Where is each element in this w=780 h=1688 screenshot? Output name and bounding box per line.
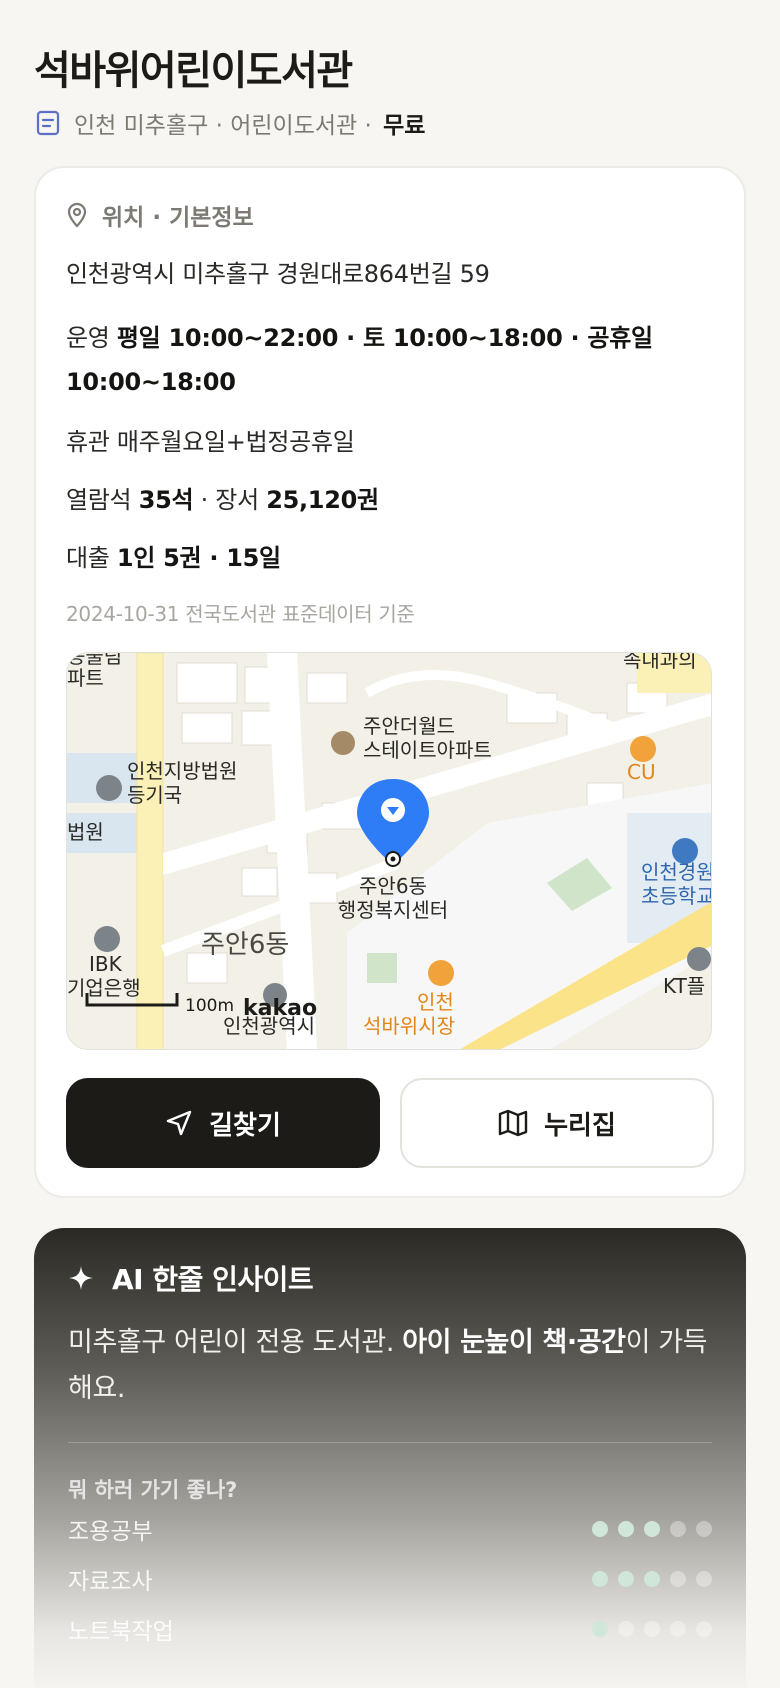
ai-insight-card: AI 한줄 인사이트 미추홀구 어린이 전용 도서관. 아이 눈높이 책·공간이… xyxy=(34,1228,746,1688)
rating-dot xyxy=(618,1621,634,1637)
activity-row: 조용공부 xyxy=(68,1512,712,1546)
rating-dot xyxy=(592,1621,608,1637)
map-brand-logo: kakao xyxy=(243,996,317,1021)
map-poi-apt-line2: 스테이트아파트 xyxy=(363,738,492,762)
map-icon xyxy=(498,1109,528,1137)
activity-question: 뭐 하러 가기 좋나? xyxy=(68,1478,238,1502)
activity-row: 자료조사 xyxy=(68,1562,712,1596)
books-value: 25,120권 xyxy=(266,486,379,514)
closed-value: 매주월요일+법정공휴일 xyxy=(116,428,355,456)
ai-insight-title: AI 한줄 인사이트 xyxy=(112,1263,314,1296)
directions-button-label: 길찾기 xyxy=(209,1110,281,1141)
meta-separator: · xyxy=(215,113,223,139)
map-poi-cu: CU xyxy=(627,760,656,784)
rating-dot xyxy=(644,1621,660,1637)
map-pin-label-line2: 행정복지센터 xyxy=(338,898,448,922)
rating-dot xyxy=(696,1521,712,1537)
rating-dot xyxy=(670,1521,686,1537)
map-poi-ibk-line1: IBK xyxy=(89,952,123,976)
seats-label: 열람석 xyxy=(66,486,132,514)
loan-row: 대출 1인 5권 · 15일 xyxy=(66,538,281,573)
fee-text: 무료 xyxy=(383,113,426,139)
map-poi-court-edge: 법원 xyxy=(67,820,104,844)
activity-row: 노트북작업 xyxy=(68,1612,712,1646)
ai-text-bold: 아이 눈높이 책·공간 xyxy=(402,1327,626,1358)
navigation-arrow-icon xyxy=(166,1110,192,1136)
location-map[interactable]: 주안더월드 스테이트아파트 인천지방법원 등기국 법원 농물림 파트 속내과의 … xyxy=(66,652,712,1050)
library-detail-page: 석바위어린이도서관 인천 미추홀구 · 어린이도서관 · 무료 위치 · 기본정… xyxy=(0,0,780,1688)
data-source-note: 2024-10-31 전국도서관 표준데이터 기준 xyxy=(66,602,415,626)
map-poi-market-line1: 인천 xyxy=(417,990,454,1014)
info-card: 위치 · 기본정보 인천광역시 미추홀구 경원대로864번길 59 운영 평일 … xyxy=(34,166,746,1198)
activity-rating xyxy=(592,1521,712,1537)
activity-label: 조용공부 xyxy=(68,1519,153,1545)
map-poi-topright: 속내과의 xyxy=(623,653,697,672)
activity-rating xyxy=(592,1621,712,1637)
rating-dot xyxy=(670,1571,686,1587)
map-poi-apt-line1: 주안더월드 xyxy=(363,714,455,738)
map-poi-school-line1: 인천경원 xyxy=(641,860,712,884)
info-section-header: 위치 · 기본정보 xyxy=(66,198,254,232)
directions-button[interactable]: 길찾기 xyxy=(66,1078,380,1168)
map-poi-court-line2: 등기국 xyxy=(127,783,182,807)
loan-value: 1인 5권 · 15일 xyxy=(116,544,281,572)
rating-dot xyxy=(618,1521,634,1537)
map-poi-market-line2: 석바위시장 xyxy=(363,1014,455,1038)
info-section-title: 위치 · 기본정보 xyxy=(102,205,254,231)
seats-row: 열람석 35석 · 장서 25,120권 xyxy=(66,480,379,515)
loan-label: 대출 xyxy=(66,544,110,572)
activity-rating xyxy=(592,1571,712,1587)
map-poi-kt: KT플 xyxy=(663,974,705,998)
rating-dot xyxy=(592,1571,608,1587)
rating-dot xyxy=(670,1621,686,1637)
map-scale-label: 100m xyxy=(185,996,234,1016)
map-dong-label: 주안6동 xyxy=(201,930,289,960)
closed-row: 휴관 매주월요일+법정공휴일 xyxy=(66,422,355,457)
website-button-label: 누리집 xyxy=(544,1110,616,1141)
location-pin-icon xyxy=(67,202,87,228)
rating-dot xyxy=(696,1571,712,1587)
website-button[interactable]: 누리집 xyxy=(400,1078,714,1168)
ai-insight-header: AI 한줄 인사이트 xyxy=(68,1258,314,1298)
map-poi-court-line1: 인천지방법원 xyxy=(127,759,237,783)
divider xyxy=(68,1442,712,1443)
hours-value: 평일 10:00~22:00 · 토 10:00~18:00 · 공휴일 10:… xyxy=(66,324,653,396)
address-text: 인천광역시 미추홀구 경원대로864번길 59 xyxy=(66,260,490,288)
document-icon xyxy=(36,110,60,136)
rating-dot xyxy=(592,1521,608,1537)
closed-label: 휴관 xyxy=(66,428,110,456)
rating-dot xyxy=(644,1521,660,1537)
ai-insight-text: 미추홀구 어린이 전용 도서관. 아이 눈높이 책·공간이 가득해요. xyxy=(68,1320,708,1412)
library-type-text: 어린이도서관 xyxy=(230,113,358,139)
sparkle-icon xyxy=(69,1266,93,1290)
map-poi-ibk-line2: 기업은행 xyxy=(67,976,141,1000)
activity-label: 노트북작업 xyxy=(68,1619,174,1645)
region-text: 인천 미추홀구 xyxy=(74,113,209,139)
activity-label: 자료조사 xyxy=(68,1569,153,1595)
rating-dot xyxy=(696,1621,712,1637)
map-poi-topleft-line2: 파트 xyxy=(67,666,104,690)
hours-label: 운영 xyxy=(66,324,110,352)
map-pin-label-line1: 주안6동 xyxy=(359,874,427,898)
books-label: · 장서 xyxy=(200,486,260,514)
map-poi-school-line2: 초등학교 xyxy=(641,884,712,908)
meta-separator: · xyxy=(364,113,372,139)
page-title: 석바위어린이도서관 xyxy=(34,48,353,94)
hours-row: 운영 평일 10:00~22:00 · 토 10:00~18:00 · 공휴일 … xyxy=(66,316,706,404)
rating-dot xyxy=(644,1571,660,1587)
library-meta-row: 인천 미추홀구 · 어린이도서관 · 무료 xyxy=(36,106,425,140)
seats-value: 35석 xyxy=(138,486,194,514)
ai-text-plain: 미추홀구 어린이 전용 도서관. xyxy=(68,1327,403,1358)
rating-dot xyxy=(618,1571,634,1587)
